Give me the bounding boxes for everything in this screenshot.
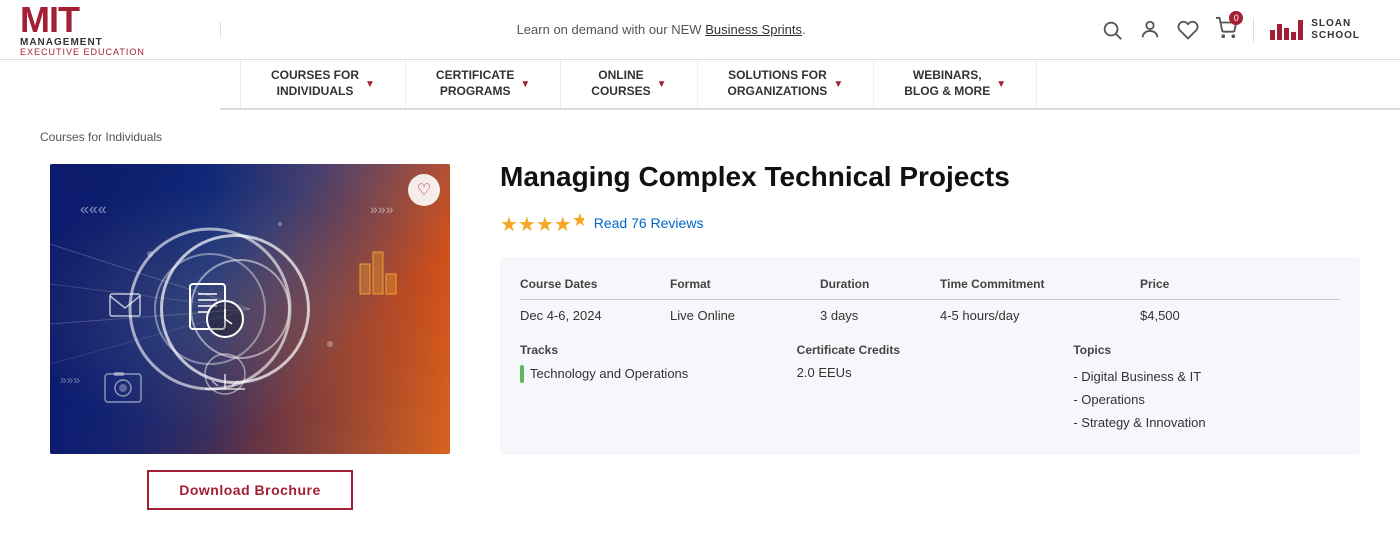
cell-price: $4,500	[1140, 308, 1240, 323]
mit-text: MIT	[20, 2, 145, 38]
col-header-price: Price	[1140, 277, 1240, 291]
nav-label-solutions: SOLUTIONS FORORGANIZATIONS	[728, 68, 828, 99]
info-table-header: Course Dates Format Duration Time Commit…	[520, 277, 1340, 300]
sloan-text: SLOAN SCHOOL	[1311, 18, 1360, 42]
chevron-down-icon-4: ▼	[833, 79, 843, 90]
course-image: ««« »»» »»» ♡	[50, 164, 450, 454]
track-item: Technology and Operations	[520, 365, 787, 383]
top-bar: MIT MANAGEMENT EXECUTIVE EDUCATION Learn…	[0, 0, 1400, 60]
info-table-container: Course Dates Format Duration Time Commit…	[500, 257, 1360, 455]
user-icon[interactable]	[1139, 19, 1161, 41]
sloan-line1: SLOAN	[1311, 18, 1360, 30]
breadcrumb: Courses for Individuals	[40, 130, 162, 144]
search-icon[interactable]	[1101, 19, 1123, 41]
chevron-down-icon-5: ▼	[996, 79, 1006, 90]
mit-logo: MIT MANAGEMENT EXECUTIVE EDUCATION	[20, 2, 145, 57]
nav-item-certificate[interactable]: CERTIFICATEPROGRAMS ▼	[406, 60, 561, 108]
heart-icon[interactable]	[1177, 19, 1199, 41]
sloan-bar-1	[1270, 30, 1275, 40]
rating-row: ★★★★★ Read 76 Reviews	[500, 210, 1360, 237]
credits-value: 2.0 EEUs	[797, 365, 1064, 380]
credits-col: Certificate Credits 2.0 EEUs	[797, 343, 1064, 435]
col-header-commitment: Time Commitment	[940, 277, 1140, 291]
topic-1: - Digital Business & IT	[1073, 365, 1340, 388]
info-extra: Tracks Technology and Operations Certifi…	[520, 343, 1340, 435]
chevron-down-icon-1: ▼	[365, 79, 375, 90]
logo-area: MIT MANAGEMENT EXECUTIVE EDUCATION	[20, 2, 220, 57]
topics-list: - Digital Business & IT - Operations - S…	[1073, 365, 1340, 435]
sloan-bar-4	[1291, 32, 1296, 40]
executive-text: EXECUTIVE EDUCATION	[20, 48, 145, 57]
col-header-dates: Course Dates	[520, 277, 670, 291]
svg-text:»»»: »»»	[370, 201, 394, 217]
topics-label: Topics	[1073, 343, 1340, 357]
download-brochure-button[interactable]: Download Brochure	[147, 470, 353, 510]
right-panel: Managing Complex Technical Projects ★★★★…	[500, 130, 1360, 510]
announcement-suffix: .	[802, 22, 806, 37]
tracks-label: Tracks	[520, 343, 787, 357]
nav-item-online[interactable]: ONLINECOURSES ▼	[561, 60, 697, 108]
track-name: Technology and Operations	[530, 366, 688, 381]
nav-item-solutions[interactable]: SOLUTIONS FORORGANIZATIONS ▼	[698, 60, 875, 108]
chevron-down-icon-2: ▼	[520, 79, 530, 90]
course-image-wrapper: ««« »»» »»» ♡	[50, 164, 450, 454]
topic-3: - Strategy & Innovation	[1073, 411, 1340, 434]
favorite-button[interactable]: ♡	[408, 174, 440, 206]
sloan-bars	[1270, 20, 1303, 40]
sloan-bar-2	[1277, 24, 1282, 40]
sloan-logo: SLOAN SCHOOL	[1253, 18, 1360, 42]
nav-label-webinars: WEBINARS,BLOG & MORE	[904, 68, 990, 99]
col-header-format: Format	[670, 277, 820, 291]
topics-col: Topics - Digital Business & IT - Operati…	[1073, 343, 1340, 435]
cell-duration: 3 days	[820, 308, 940, 323]
topic-2: - Operations	[1073, 388, 1340, 411]
business-sprints-link[interactable]: Business Sprints	[705, 22, 802, 37]
nav-bar: COURSES FORINDIVIDUALS ▼ CERTIFICATEPROG…	[220, 60, 1400, 110]
cell-dates: Dec 4-6, 2024	[520, 308, 670, 323]
star-rating: ★★★★★	[500, 210, 584, 237]
tracks-col: Tracks Technology and Operations	[520, 343, 787, 435]
left-panel: Courses for Individuals	[40, 130, 460, 510]
sloan-line2: SCHOOL	[1311, 30, 1360, 42]
nav-label-certificate: CERTIFICATEPROGRAMS	[436, 68, 514, 99]
nav-label-online: ONLINECOURSES	[591, 68, 650, 99]
course-image-svg: ««« »»» »»»	[50, 164, 450, 454]
announcement-bar: Learn on demand with our NEW Business Sp…	[220, 22, 1081, 37]
nav-item-webinars[interactable]: WEBINARS,BLOG & MORE ▼	[874, 60, 1037, 108]
cell-format: Live Online	[670, 308, 820, 323]
track-bar	[520, 365, 524, 383]
svg-text:»»»: »»»	[60, 373, 80, 387]
credits-label: Certificate Credits	[797, 343, 1064, 357]
info-table-row: Dec 4-6, 2024 Live Online 3 days 4-5 hou…	[520, 308, 1340, 323]
nav-label-courses-individuals: COURSES FORINDIVIDUALS	[271, 68, 359, 99]
cart-wrapper[interactable]: 0	[1215, 17, 1237, 42]
top-icons: 0 SLOAN SCHOOL	[1081, 17, 1380, 42]
svg-text:«««: «««	[80, 201, 107, 218]
chevron-down-icon-3: ▼	[657, 79, 667, 90]
cell-commitment: 4-5 hours/day	[940, 308, 1140, 323]
sloan-bar-3	[1284, 28, 1289, 40]
sloan-bar-5	[1298, 20, 1303, 40]
cart-badge: 0	[1229, 11, 1243, 25]
course-title: Managing Complex Technical Projects	[500, 160, 1360, 194]
col-header-duration: Duration	[820, 277, 940, 291]
announcement-text: Learn on demand with our NEW	[517, 22, 706, 37]
reviews-link[interactable]: Read 76 Reviews	[594, 215, 704, 231]
nav-item-courses-individuals[interactable]: COURSES FORINDIVIDUALS ▼	[240, 60, 406, 108]
main-content: Courses for Individuals	[0, 110, 1400, 530]
